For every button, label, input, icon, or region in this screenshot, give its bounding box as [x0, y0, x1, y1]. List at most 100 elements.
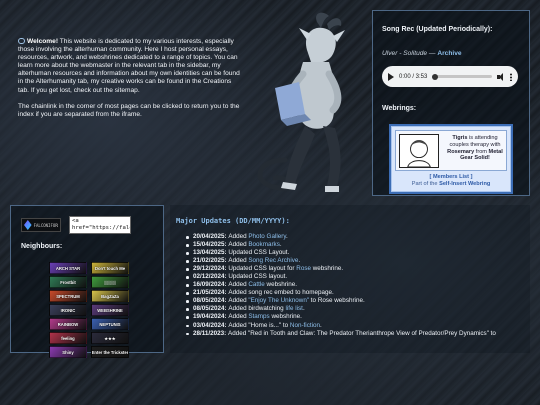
neighbour-button[interactable]: BagZaZa: [91, 290, 129, 302]
neighbour-button[interactable]: Enter the Trickster: [91, 346, 129, 358]
update-text-end: .: [286, 233, 288, 240]
update-item: 03/04/2024: Added "Home is..." to Non-fi…: [186, 322, 530, 330]
neighbour-button[interactable]: Shiny: [49, 346, 87, 358]
webring-from-text: from: [475, 148, 487, 155]
update-date: 03/04/2024:: [193, 321, 229, 329]
more-options-icon[interactable]: [510, 72, 512, 81]
update-item: 28/11/2023: Added "Red in Tooth and Claw…: [186, 330, 530, 338]
webrings-title: Webrings:: [382, 105, 417, 112]
update-text: Added song rec embed to homepage.: [228, 289, 334, 297]
update-link[interactable]: Rose: [296, 265, 311, 272]
update-link[interactable]: life list: [285, 305, 303, 312]
update-link[interactable]: Song Rec Archive: [248, 257, 298, 264]
update-date: 19/04/2024:: [193, 313, 229, 321]
update-link[interactable]: Cattle: [248, 281, 264, 288]
update-text: Added: [228, 257, 249, 265]
intro-paragraph-2: The chainlink in the corner of most page…: [18, 102, 240, 118]
update-item: 20/04/2025: Added Photo Gallery.: [186, 233, 530, 241]
webring-members-link[interactable]: [ Members List ]: [430, 174, 473, 180]
neighbours-title: Neighbours:: [21, 243, 63, 250]
button-code-textbox[interactable]: <a href="https://falconi: [69, 216, 131, 234]
play-icon[interactable]: [388, 72, 394, 81]
update-text-end: .: [302, 305, 305, 313]
neighbour-button[interactable]: SPECTRUM: [49, 290, 87, 302]
webring-partner-name: Rosemary: [447, 148, 475, 155]
progress-handle[interactable]: [432, 73, 439, 80]
update-date: 08/05/2024:: [193, 297, 229, 305]
neighbour-button[interactable]: NEPTUNIS: [91, 318, 129, 330]
self-insert-webring: Tigris is attending couples therapy with…: [389, 124, 513, 194]
update-date: 16/09/2024:: [193, 281, 229, 289]
neighbour-button[interactable]: Don't touch Me: [91, 262, 129, 274]
update-text-end: webshrine.: [264, 281, 297, 289]
update-text-end: webshrine.: [269, 313, 302, 321]
update-text: Updated CSS Layout.: [228, 249, 290, 257]
neighbours-grid: ARCH STAR Don't touch Me Frostbit ▒▒▒▒ SPECT…: [29, 262, 149, 358]
update-link[interactable]: Stamps: [248, 313, 269, 320]
neighbour-button[interactable]: RAINBOW: [49, 318, 87, 330]
player-time: 0:00 / 3:53: [399, 73, 428, 80]
update-date: 02/12/2024:: [193, 273, 229, 281]
site-88x31-button[interactable]: FALCONIFORME: [21, 218, 61, 232]
song-rec-panel: Song Rec (Updated Periodically): Ulver -…: [372, 10, 530, 196]
updates-title: Major Updates (DD/MM/YYYY):: [176, 217, 290, 225]
update-link[interactable]: Bookmarks: [248, 241, 280, 248]
intro-text-1: This website is dedicated to my various …: [18, 38, 240, 94]
song-separator: —: [428, 50, 436, 57]
audio-player[interactable]: 0:00 / 3:53: [382, 66, 518, 87]
update-date: 20/04/2025:: [193, 233, 229, 240]
neighbour-button[interactable]: WEBSHRINE: [91, 304, 129, 316]
character-illustration: [257, 12, 345, 192]
song-archive-link[interactable]: Archive: [437, 50, 461, 57]
intro-section: Welcome! This website is dedicated to my…: [18, 38, 243, 127]
update-text: Added: [228, 233, 249, 240]
update-text-end: .: [320, 321, 322, 329]
update-item: 21/02/2025: Added Song Rec Archive.: [186, 257, 530, 265]
webring-member-name: Tigris: [452, 135, 468, 141]
update-item: 08/05/2024: Added birdwatching life list…: [186, 305, 530, 313]
neighbours-panel: FALCONIFORME <a href="https://falconi Ne…: [10, 205, 164, 358]
update-text: Updated CSS layout.: [228, 273, 288, 281]
neighbour-button[interactable]: ★★★: [91, 332, 129, 344]
update-text-end: .: [279, 241, 282, 249]
intro-paragraph-1: Welcome! This website is dedicated to my…: [18, 38, 243, 95]
update-text-end: webshrine.: [310, 265, 344, 273]
neighbour-button[interactable]: ARCH STAR: [49, 262, 87, 274]
site-button-text: FALCONIFORME: [33, 222, 58, 228]
update-item: 16/09/2024: Added Cattle webshrine.: [186, 281, 530, 289]
webring-part-of: Part of the: [411, 181, 438, 187]
update-item: 02/12/2024: Updated CSS layout.: [186, 273, 530, 281]
updates-list: 20/04/2025: Added Photo Gallery. 15/04/20…: [186, 233, 530, 338]
update-date: 29/12/2024:: [193, 265, 229, 273]
update-date: 28/11/2023:: [193, 329, 229, 337]
neighbour-button[interactable]: Frostbit: [49, 276, 87, 288]
neighbour-button[interactable]: IRONIC: [49, 304, 87, 316]
update-link[interactable]: "Enjoy The Unknown": [248, 297, 309, 304]
update-text: Added: [228, 281, 249, 289]
song-rec-title: Song Rec (Updated Periodically):: [382, 26, 493, 33]
update-item: 08/05/2024: Added "Enjoy The Unknown" to…: [186, 297, 530, 305]
site-button-row: FALCONIFORME <a href="https://falconi: [21, 216, 131, 234]
chainlink-icon[interactable]: [18, 38, 25, 44]
update-item: 21/05/2024: Added song rec embed to home…: [186, 289, 530, 297]
volume-icon[interactable]: [497, 72, 505, 81]
update-text-end: to Rose webshrine.: [309, 297, 365, 305]
progress-bar[interactable]: [432, 73, 492, 80]
webring-name-link[interactable]: Self-Insert Webring: [439, 181, 490, 187]
update-date: 21/02/2025:: [193, 257, 229, 265]
webring-card: Tigris is attending couples therapy with…: [395, 130, 507, 171]
update-text: Added "Home is..." to: [228, 321, 290, 329]
neighbour-button[interactable]: ▒▒▒▒: [91, 276, 129, 288]
site-logo-icon: [24, 220, 32, 230]
update-link[interactable]: Non-fiction: [290, 322, 320, 329]
song-artist: Ulver - Solitude: [382, 50, 428, 57]
update-text: Added "Red in Tooth and Claw: The Predat…: [228, 329, 496, 337]
neighbour-button[interactable]: feeling: [49, 332, 87, 344]
update-item: 29/12/2024: Updated CSS layout for Rose …: [186, 265, 530, 273]
update-item: 19/04/2024: Added Stamps webshrine.: [186, 313, 530, 321]
webring-links: [ Members List ] Part of the Self-Insert…: [395, 174, 507, 188]
welcome-label: Welcome!: [27, 38, 59, 45]
webring-message: Tigris is attending couples therapy with…: [443, 135, 507, 162]
update-link[interactable]: Photo Gallery: [248, 233, 286, 240]
webring-portrait-image: [399, 134, 439, 168]
